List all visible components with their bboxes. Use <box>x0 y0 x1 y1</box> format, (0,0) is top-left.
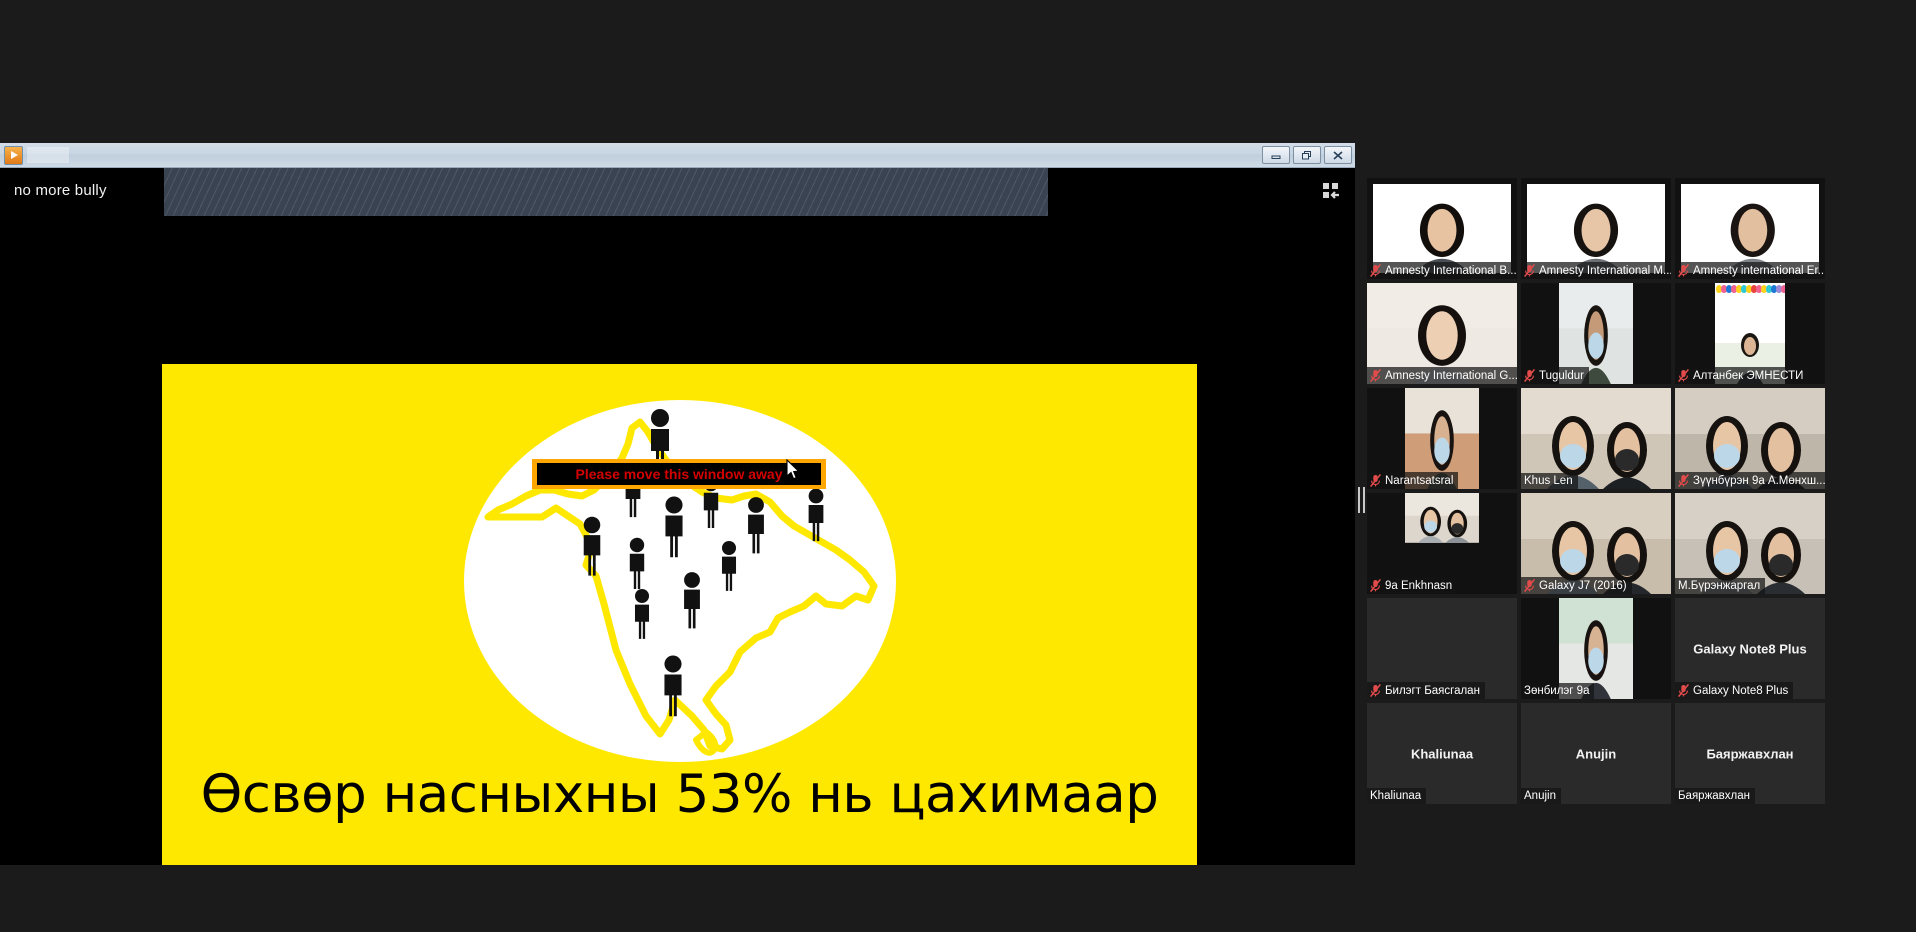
mic-muted-icon <box>1370 369 1381 382</box>
mic-muted-icon <box>1524 369 1535 382</box>
participant-name-label: М.Бүрэнжаргал <box>1675 578 1766 594</box>
participant-center-name: Anujin <box>1575 746 1617 761</box>
striped-banner <box>164 168 1048 216</box>
screen-root: no more bully Өсвөр насныхны 53% нь цахи… <box>0 0 1916 932</box>
participant-name-label: Зөнбилэг 9а <box>1521 683 1595 699</box>
participant-name-label: Galaxy Note8 Plus <box>1675 682 1794 699</box>
participant-tile[interactable]: М.Бүрэнжаргал <box>1675 493 1825 594</box>
panel-resize-handle[interactable] <box>1355 480 1367 520</box>
participant-row: Билэгт Баясгалан Зөнбилэг 9а Galaxy Note8 … <box>1367 598 1825 699</box>
participant-tile[interactable]: Зөнбилэг 9а <box>1521 598 1671 699</box>
participant-tile[interactable]: 9a Enkhnasn <box>1367 493 1517 594</box>
participant-tile[interactable]: Galaxy Note8 Plus Galaxy Note8 Plus <box>1675 598 1825 699</box>
shared-screen-title: no more bully <box>14 182 107 199</box>
camera-feed <box>1373 184 1511 273</box>
participant-tile[interactable]: AMNESTYТэмцэгчдийн хөрвүүлэгчAmnesty Int… <box>1367 178 1517 279</box>
mic-muted-icon <box>1370 264 1381 277</box>
participant-name-label: Narantsatsral <box>1367 472 1459 489</box>
participant-name-label: Зүүнбүрэн 9а А.Мөнхш... <box>1675 472 1825 489</box>
participant-name-label: Galaxy J7 (2016) <box>1521 577 1632 594</box>
participant-name-label: 9a Enkhnasn <box>1367 577 1458 594</box>
close-button[interactable] <box>1324 146 1352 164</box>
mic-muted-icon <box>1370 579 1381 592</box>
participant-tile[interactable]: AMNESTYТэмцэгчдийн хөрвүүлэгчAmnesty int… <box>1675 178 1825 279</box>
participant-tile[interactable]: Баяржавхлан Баяржавхлан <box>1675 703 1825 804</box>
participant-name-label: Tuguldur <box>1521 367 1589 384</box>
participant-row: AMNESTYТэмцэгчдийн хөрвүүлэгчAmnesty Int… <box>1367 178 1825 279</box>
participant-tile[interactable]: Amnesty International G... <box>1367 283 1517 384</box>
participant-name-label: Khus Len <box>1521 473 1578 489</box>
presentation-slide: Өсвөр насныхны 53% нь цахимаар <box>162 364 1197 865</box>
participant-name-label: Khaliunaa <box>1367 788 1427 804</box>
participant-tile[interactable]: Narantsatsral <box>1367 388 1517 489</box>
participant-row: Amnesty International G... Tuguldur Алтанб… <box>1367 283 1825 384</box>
participant-tile[interactable]: Алтанбек ЭМНЕСТИ <box>1675 283 1825 384</box>
move-window-warning-text: Please move this window away <box>575 466 783 482</box>
mic-muted-icon <box>1370 684 1381 697</box>
participant-name-label: Баяржавхлан <box>1675 788 1755 804</box>
titlebar-highlight <box>27 147 69 163</box>
window-titlebar[interactable] <box>0 143 1355 168</box>
participant-tile[interactable]: Khus Len <box>1521 388 1671 489</box>
mic-muted-icon <box>1678 684 1689 697</box>
participant-name-label: Amnesty international Er... <box>1675 262 1825 279</box>
participant-name-label: Anujin <box>1521 788 1561 804</box>
camera-feed <box>1681 184 1819 273</box>
participant-tile[interactable]: AMNESTYТэмцэгчдийн хөрвүүлэгчAmnesty Int… <box>1521 178 1671 279</box>
participant-row: Khaliunaa Khaliunaa Anujin Anujin Баяржавхла… <box>1367 703 1825 804</box>
collapse-view-icon[interactable] <box>1317 181 1341 203</box>
slide-caption: Өсвөр насныхны 53% нь цахимаар <box>200 764 1159 825</box>
india-map-svg <box>484 409 877 756</box>
participant-name-label: Алтанбек ЭМНЕСТИ <box>1675 367 1809 384</box>
participant-name-label: Билэгт Баясгалан <box>1367 682 1485 699</box>
participant-tile[interactable]: Anujin Anujin <box>1521 703 1671 804</box>
participant-center-name: Galaxy Note8 Plus <box>1693 641 1807 656</box>
participant-tile[interactable]: Tuguldur <box>1521 283 1671 384</box>
mouse-cursor-icon <box>786 458 800 480</box>
mic-muted-icon <box>1524 579 1535 592</box>
minimize-button[interactable] <box>1262 146 1290 164</box>
shared-screen-header: no more bully <box>0 168 1355 216</box>
participant-tile[interactable]: Билэгт Баясгалан <box>1367 598 1517 699</box>
video-canvas: Өсвөр насныхны 53% нь цахимаар Please mo… <box>0 216 1355 865</box>
participant-gallery: AMNESTYТэмцэгчдийн хөрвүүлэгчAmnesty Int… <box>1367 178 1825 818</box>
restore-button[interactable] <box>1293 146 1321 164</box>
participant-center-name: Khaliunaa <box>1410 746 1474 761</box>
participant-row: 9a Enkhnasn Galaxy J7 (2016) М.Бүрэнжаргал <box>1367 493 1825 594</box>
participant-row: Narantsatsral Khus Len Зүүнбүрэн 9а А.Мөнх… <box>1367 388 1825 489</box>
participant-name-label: Amnesty International G... <box>1367 367 1517 384</box>
mic-muted-icon <box>1678 474 1689 487</box>
participant-tile[interactable]: Зүүнбүрэн 9а А.Мөнхш... <box>1675 388 1825 489</box>
mic-muted-icon <box>1370 474 1381 487</box>
move-window-warning: Please move this window away <box>532 459 826 489</box>
participant-name-label: Amnesty International B... <box>1367 262 1517 279</box>
shared-screen-window: no more bully Өсвөр насныхны 53% нь цахи… <box>0 143 1355 865</box>
mic-muted-icon <box>1678 264 1689 277</box>
mic-muted-icon <box>1524 264 1535 277</box>
camera-feed <box>1405 493 1479 543</box>
participant-tile[interactable]: Galaxy J7 (2016) <box>1521 493 1671 594</box>
mic-muted-icon <box>1678 369 1689 382</box>
participant-name-label: Amnesty International M... <box>1521 262 1671 279</box>
participant-tile[interactable]: Khaliunaa Khaliunaa <box>1367 703 1517 804</box>
media-player-icon <box>4 145 23 165</box>
camera-feed <box>1527 184 1665 273</box>
participant-center-name: Баяржавхлан <box>1706 746 1794 761</box>
india-map-graphic <box>463 400 896 762</box>
